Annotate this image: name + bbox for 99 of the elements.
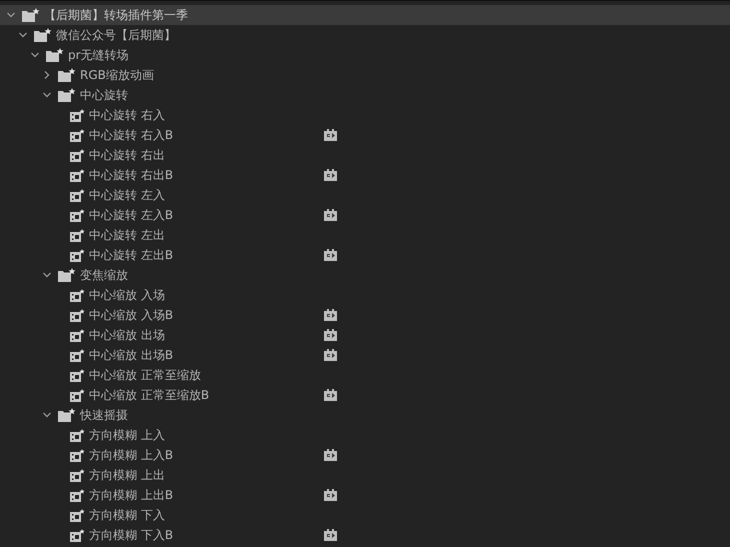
accelerated-effect-icon (324, 169, 337, 181)
folder-row[interactable]: 中心旋转 (0, 85, 730, 105)
preset-row[interactable]: 中心旋转 右入 (0, 105, 730, 125)
preset-row[interactable]: 方向模糊 下入B (0, 525, 730, 545)
film-preset-icon (70, 148, 85, 162)
folder-icon (46, 48, 64, 62)
folder-label: 中心旋转 (80, 86, 128, 104)
folder-label: 快速摇摄 (80, 406, 128, 424)
accelerated-effect-icon (324, 489, 337, 501)
film-preset-icon (70, 348, 85, 362)
film-preset-icon (70, 508, 85, 522)
preset-row[interactable]: 方向模糊 上入 (0, 425, 730, 445)
accelerated-effect-icon (324, 529, 337, 541)
chevron-down-icon[interactable] (42, 90, 52, 100)
chevron-down-icon[interactable] (42, 270, 52, 280)
preset-label: 中心缩放 正常至缩放 (89, 366, 201, 384)
folder-label: pr无缝转场 (68, 46, 129, 64)
folder-row[interactable]: pr无缝转场 (0, 45, 730, 65)
film-preset-icon (70, 488, 85, 502)
preset-label: 中心旋转 左出B (89, 246, 174, 264)
film-preset-icon (70, 448, 85, 462)
chevron-right-icon[interactable] (42, 70, 52, 80)
preset-label: 方向模糊 下入 (89, 506, 165, 524)
folder-row[interactable]: 变焦缩放 (0, 265, 730, 285)
film-preset-icon (70, 388, 85, 402)
accelerated-effect-icon (324, 249, 337, 261)
preset-label: 中心旋转 右出B (89, 166, 174, 184)
preset-label: 中心缩放 出场 (89, 326, 165, 344)
folder-icon (58, 68, 76, 82)
film-preset-icon (70, 468, 85, 482)
preset-label: 中心旋转 左出 (89, 226, 165, 244)
preset-label: 中心旋转 右入 (89, 106, 165, 124)
folder-row[interactable]: RGB缩放动画 (0, 65, 730, 85)
preset-label: 中心缩放 正常至缩放B (89, 386, 210, 404)
accelerated-effect-icon (324, 349, 337, 361)
preset-row[interactable]: 中心旋转 右入B (0, 125, 730, 145)
preset-label: 中心缩放 入场 (89, 286, 165, 304)
preset-row[interactable]: 中心旋转 右出B (0, 165, 730, 185)
preset-row[interactable]: 中心旋转 左入B (0, 205, 730, 225)
preset-row[interactable]: 中心缩放 正常至缩放 (0, 365, 730, 385)
folder-row[interactable]: 微信公众号【后期菌】 (0, 25, 730, 45)
accelerated-effect-icon (324, 449, 337, 461)
folder-row[interactable]: 【后期菌】转场插件第一季 (0, 5, 730, 25)
accelerated-effect-icon (324, 129, 337, 141)
preset-label: 方向模糊 下入B (89, 526, 174, 544)
preset-label: 中心缩放 出场B (89, 346, 174, 364)
preset-row[interactable]: 方向模糊 上入B (0, 445, 730, 465)
preset-label: 中心旋转 左入 (89, 186, 165, 204)
accelerated-effect-icon (324, 209, 337, 221)
folder-label: RGB缩放动画 (80, 66, 154, 84)
preset-label: 中心缩放 入场B (89, 306, 174, 324)
preset-row[interactable]: 方向模糊 上出 (0, 465, 730, 485)
preset-row[interactable]: 方向模糊 上出B (0, 485, 730, 505)
folder-icon (58, 88, 76, 102)
film-preset-icon (70, 128, 85, 142)
folder-row[interactable]: 快速摇摄 (0, 405, 730, 425)
preset-row[interactable]: 中心缩放 出场B (0, 345, 730, 365)
accelerated-effect-icon (324, 389, 337, 401)
preset-row[interactable]: 中心缩放 正常至缩放B (0, 385, 730, 405)
preset-label: 方向模糊 上出 (89, 466, 165, 484)
film-preset-icon (70, 188, 85, 202)
preset-row[interactable]: 中心旋转 左出 (0, 225, 730, 245)
preset-row[interactable]: 中心缩放 入场B (0, 305, 730, 325)
film-preset-icon (70, 228, 85, 242)
preset-row[interactable]: 方向模糊 下入 (0, 505, 730, 525)
preset-label: 方向模糊 上出B (89, 486, 174, 504)
film-preset-icon (70, 168, 85, 182)
folder-label: 【后期菌】转场插件第一季 (44, 6, 188, 24)
accelerated-effect-icon (324, 329, 337, 341)
chevron-down-icon[interactable] (18, 30, 28, 40)
chevron-down-icon[interactable] (30, 50, 40, 60)
preset-row[interactable]: 中心缩放 入场 (0, 285, 730, 305)
preset-label: 中心旋转 左入B (89, 206, 174, 224)
folder-label: 微信公众号【后期菌】 (56, 26, 176, 44)
folder-icon (34, 28, 52, 42)
film-preset-icon (70, 328, 85, 342)
preset-row[interactable]: 中心缩放 出场 (0, 325, 730, 345)
film-preset-icon (70, 248, 85, 262)
film-preset-icon (70, 528, 85, 542)
preset-label: 方向模糊 上入B (89, 446, 174, 464)
preset-row[interactable]: 中心旋转 右出 (0, 145, 730, 165)
folder-icon (58, 408, 76, 422)
folder-icon (58, 268, 76, 282)
preset-row[interactable]: 中心旋转 左出B (0, 245, 730, 265)
chevron-down-icon[interactable] (6, 10, 16, 20)
folder-icon (22, 8, 40, 22)
preset-label: 方向模糊 上入 (89, 426, 165, 444)
film-preset-icon (70, 288, 85, 302)
film-preset-icon (70, 308, 85, 322)
film-preset-icon (70, 368, 85, 382)
preset-label: 中心旋转 右出 (89, 146, 165, 164)
film-preset-icon (70, 108, 85, 122)
film-preset-icon (70, 428, 85, 442)
accelerated-effect-icon (324, 309, 337, 321)
preset-label: 中心旋转 右入B (89, 126, 174, 144)
folder-label: 变焦缩放 (80, 266, 128, 284)
film-preset-icon (70, 208, 85, 222)
chevron-down-icon[interactable] (42, 410, 52, 420)
preset-row[interactable]: 中心旋转 左入 (0, 185, 730, 205)
